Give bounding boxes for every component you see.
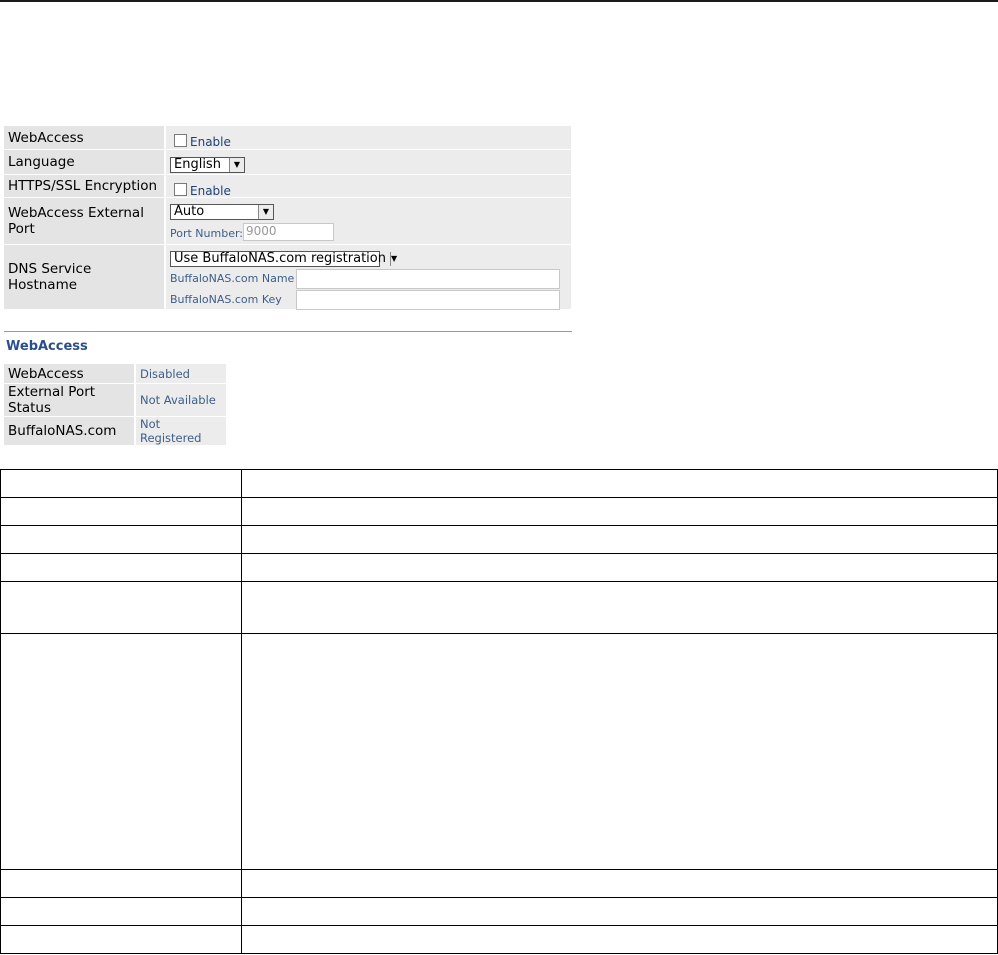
language-label: Language — [4, 150, 166, 174]
status-row: BuffaloNAS.com Not Registered — [4, 416, 226, 446]
table-cell — [0, 897, 242, 926]
description-table — [0, 469, 998, 954]
status-table: WebAccess Disabled External Port Status … — [4, 364, 226, 446]
webaccess-label: WebAccess — [4, 126, 166, 149]
status-value: Not Registered — [135, 416, 226, 446]
table-row — [0, 897, 998, 926]
table-cell — [241, 897, 998, 926]
table-row — [0, 925, 998, 954]
table-row — [0, 469, 998, 498]
external-port-select-value: Auto — [174, 204, 205, 219]
https-enable-label: Enable — [190, 184, 231, 198]
table-cell — [0, 581, 242, 634]
buffalonas-name-label: BuffaloNAS.com Name — [170, 272, 295, 285]
webaccess-settings-form: WebAccess Enable Language English ▼ HTTP… — [4, 126, 571, 310]
table-cell — [0, 869, 242, 898]
status-title: WebAccess — [6, 339, 88, 354]
https-label: HTTPS/SSL Encryption — [4, 175, 166, 197]
dns-select-value: Use BuffaloNAS.com registration — [174, 251, 386, 266]
section-divider — [4, 331, 572, 332]
external-port-select[interactable]: Auto ▼ — [170, 203, 274, 220]
status-row: WebAccess Disabled — [4, 364, 226, 384]
table-row — [0, 581, 998, 634]
table-cell — [0, 525, 242, 554]
table-cell — [0, 633, 242, 870]
status-value: Disabled — [135, 364, 226, 384]
chevron-down-icon: ▼ — [229, 157, 244, 172]
table-cell — [241, 633, 998, 870]
table-cell — [241, 497, 998, 526]
top-rule — [0, 0, 998, 2]
language-select-value: English — [174, 157, 221, 172]
buffalonas-key-label: BuffaloNAS.com Key — [170, 293, 282, 306]
status-row: External Port Status Not Available — [4, 383, 226, 417]
row-dns: DNS Service Hostname Use BuffaloNAS.com … — [4, 245, 571, 310]
table-cell — [241, 469, 998, 498]
chevron-down-icon: ▼ — [258, 204, 273, 219]
table-cell — [0, 497, 242, 526]
row-language: Language English ▼ — [4, 150, 571, 175]
external-port-label: WebAccess External Port — [4, 198, 166, 244]
table-cell — [241, 925, 998, 954]
row-webaccess: WebAccess Enable — [4, 126, 571, 150]
table-row — [0, 525, 998, 554]
webaccess-enable-label: Enable — [190, 135, 231, 149]
table-row — [0, 633, 998, 870]
webaccess-enable-checkbox[interactable] — [174, 134, 187, 147]
table-row — [0, 553, 998, 582]
buffalonas-key-input[interactable] — [296, 289, 560, 310]
port-number-input[interactable]: 9000 — [243, 223, 335, 241]
table-cell — [241, 581, 998, 634]
table-cell — [0, 469, 242, 498]
table-cell — [0, 925, 242, 954]
row-https: HTTPS/SSL Encryption Enable — [4, 175, 571, 198]
chevron-down-icon: ▼ — [389, 251, 398, 266]
table-row — [0, 869, 998, 898]
status-label: BuffaloNAS.com — [4, 416, 136, 446]
table-row — [0, 497, 998, 526]
dns-select[interactable]: Use BuffaloNAS.com registration ▼ — [170, 250, 398, 267]
table-cell — [0, 553, 242, 582]
status-value: Not Available — [135, 383, 226, 417]
row-external-port: WebAccess External Port Auto ▼ Port Numb… — [4, 198, 571, 245]
table-cell — [241, 869, 998, 898]
status-label: WebAccess — [4, 364, 136, 384]
language-select[interactable]: English ▼ — [170, 156, 245, 173]
dns-label: DNS Service Hostname — [4, 245, 166, 309]
table-cell — [241, 525, 998, 554]
table-cell — [241, 553, 998, 582]
status-label: External Port Status — [4, 383, 136, 417]
port-number-label: Port Number: — [170, 226, 244, 240]
buffalonas-name-input[interactable] — [296, 268, 560, 289]
https-enable-checkbox[interactable] — [174, 183, 187, 196]
